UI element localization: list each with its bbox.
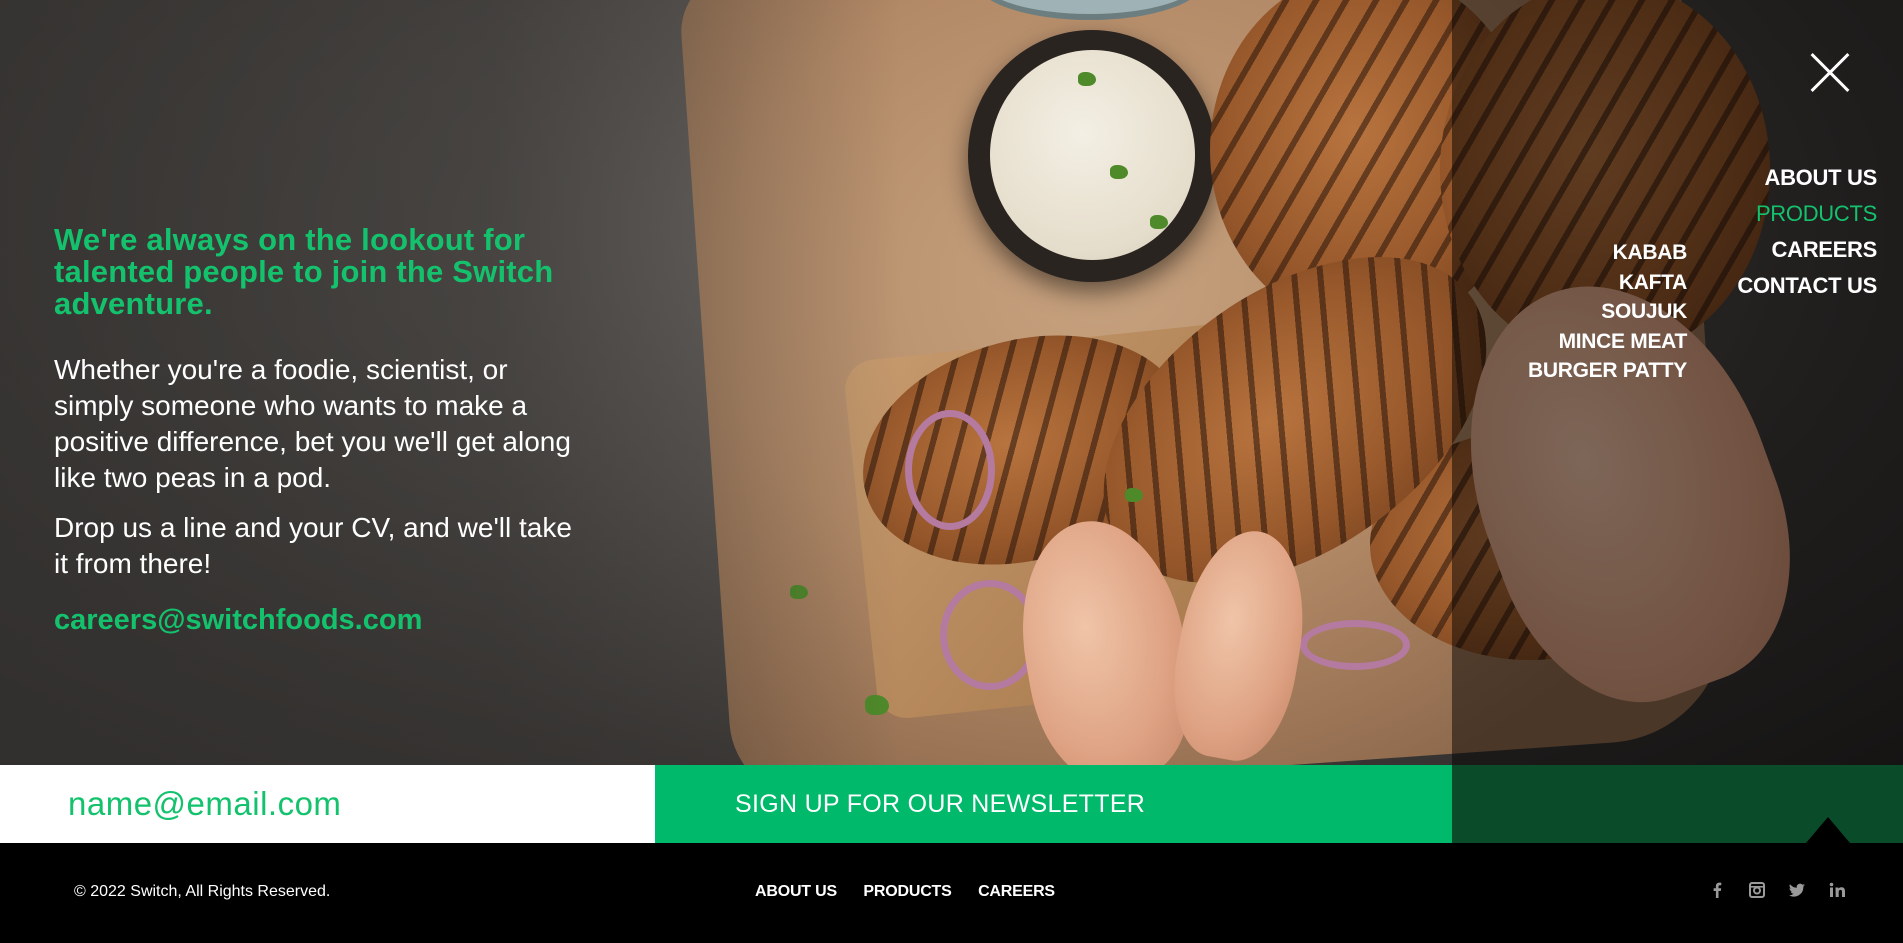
facebook-icon[interactable] (1707, 880, 1727, 900)
menu-item-products[interactable]: PRODUCTS (1737, 196, 1877, 232)
newsletter-signup-button[interactable]: SIGN UP FOR OUR NEWSLETTER (655, 765, 1452, 843)
careers-text-block: We're always on the lookout for talented… (54, 224, 574, 637)
careers-paragraph: Whether you're a foodie, scientist, or s… (54, 354, 571, 493)
footer-link-products[interactable]: PRODUCTS (863, 883, 951, 900)
careers-headline: We're always on the lookout for talented… (54, 222, 554, 321)
onion-ring (905, 410, 995, 530)
menu-item-about-us[interactable]: ABOUT US (1737, 160, 1878, 196)
main-menu: ABOUT US PRODUCTS CAREERS CONTACT US (1737, 160, 1877, 304)
careers-email-link[interactable]: careers@switchfoods.com (54, 604, 574, 637)
submenu-item-soujuk[interactable]: SOUJUK (1528, 297, 1687, 327)
menu-item-careers[interactable]: CAREERS (1737, 232, 1878, 268)
herb-garnish (1078, 72, 1096, 86)
herb-garnish (1110, 165, 1128, 179)
herb-garnish (1125, 488, 1143, 502)
onion-ring (1300, 620, 1410, 670)
twitter-icon[interactable] (1787, 880, 1807, 900)
submenu-item-burger-patty[interactable]: BURGER PATTY (1528, 356, 1687, 386)
footer: © 2022 Switch, All Rights Reserved. ABOU… (0, 843, 1903, 943)
footer-link-careers[interactable]: CAREERS (978, 883, 1055, 900)
products-submenu: KABAB KAFTA SOUJUK MINCE MEAT BURGER PAT… (1528, 238, 1687, 386)
submenu-item-kabab[interactable]: KABAB (1528, 238, 1688, 268)
footer-link-about-us[interactable]: ABOUT US (755, 883, 837, 900)
newsletter-email-input[interactable] (0, 765, 655, 843)
caret-up-icon (1806, 817, 1850, 843)
newsletter-bar: SIGN UP FOR OUR NEWSLETTER (0, 765, 1903, 843)
linkedin-icon[interactable] (1827, 880, 1847, 900)
submenu-item-mince-meat[interactable]: MINCE MEAT (1528, 327, 1688, 357)
herb-garnish (1150, 215, 1168, 229)
close-icon[interactable] (1810, 52, 1850, 92)
hero-section: We're always on the lookout for talented… (0, 0, 1903, 765)
careers-paragraph: Drop us a line and your CV, and we'll ta… (54, 512, 572, 579)
menu-item-contact-us[interactable]: CONTACT US (1737, 268, 1877, 304)
copyright-text: © 2022 Switch, All Rights Reserved. (74, 883, 331, 900)
submenu-item-kafta[interactable]: KAFTA (1528, 268, 1687, 298)
social-links (1707, 880, 1847, 900)
instagram-icon[interactable] (1747, 880, 1767, 900)
footer-nav: ABOUT US PRODUCTS CAREERS (755, 883, 1077, 901)
